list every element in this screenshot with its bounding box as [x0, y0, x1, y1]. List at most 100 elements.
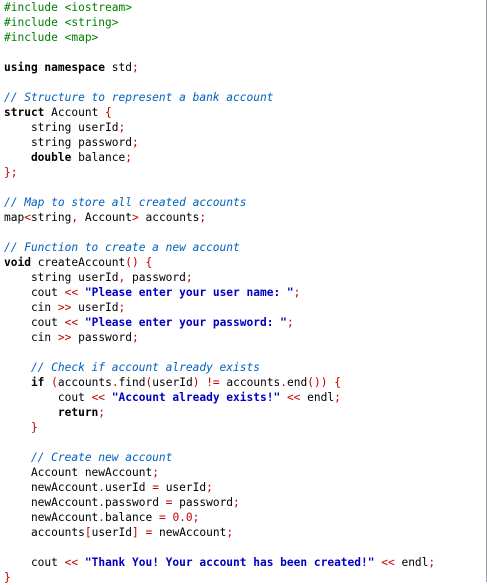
- code-line[interactable]: newAccount.userId = userId;: [4, 480, 435, 495]
- code-token: "Please enter your password: ": [84, 316, 287, 329]
- code-line[interactable]: [4, 435, 435, 450]
- code-line[interactable]: [4, 180, 435, 195]
- code-token: ;: [206, 481, 213, 494]
- code-token: "Thank You! Your account has been create…: [84, 556, 375, 569]
- code-line[interactable]: #include <string>: [4, 15, 435, 30]
- code-line[interactable]: [4, 345, 435, 360]
- code-line[interactable]: double balance;: [4, 150, 435, 165]
- code-line[interactable]: // Check if account already exists: [4, 360, 435, 375]
- code-token: userId: [91, 526, 132, 539]
- code-line[interactable]: Account newAccount;: [4, 465, 435, 480]
- code-token: if: [4, 376, 45, 389]
- code-token: userId: [71, 301, 119, 314]
- code-token: userId: [152, 376, 193, 389]
- code-line[interactable]: #include <map>: [4, 30, 435, 45]
- code-token: #include <iostream>: [4, 1, 132, 14]
- code-line[interactable]: map<string, Account> accounts;: [4, 210, 435, 225]
- code-line[interactable]: if (accounts.find(userId) != accounts.en…: [4, 375, 435, 390]
- code-line[interactable]: return;: [4, 405, 435, 420]
- code-line[interactable]: // Create new account: [4, 450, 435, 465]
- code-token: .: [111, 376, 119, 389]
- code-line[interactable]: string password;: [4, 135, 435, 150]
- code-token: ;: [131, 136, 139, 149]
- code-line[interactable]: void createAccount() {: [4, 255, 435, 270]
- code-token: <<: [91, 391, 106, 404]
- code-token: Account: [78, 211, 133, 224]
- code-token: return: [4, 406, 99, 419]
- code-token: accounts: [57, 376, 112, 389]
- code-token: =: [158, 511, 166, 524]
- code-line[interactable]: [4, 225, 435, 240]
- code-token: "Please enter your user name: ": [84, 286, 294, 299]
- code-token: cin: [4, 301, 58, 314]
- code-token: string password: [4, 136, 132, 149]
- code-token: <<: [286, 391, 301, 404]
- code-token: 0.0: [172, 511, 193, 524]
- code-line[interactable]: cin >> password;: [4, 330, 435, 345]
- code-token: [: [84, 526, 92, 539]
- code-token: ;: [185, 271, 193, 284]
- code-token: cout: [4, 286, 65, 299]
- code-token: cout: [4, 316, 65, 329]
- code-line[interactable]: cin >> userId;: [4, 300, 435, 315]
- code-line[interactable]: }: [4, 570, 435, 585]
- code-token: accounts: [138, 211, 200, 224]
- code-line[interactable]: cout << "Account already exists!" << end…: [4, 390, 435, 405]
- code-token: <<: [64, 286, 79, 299]
- code-line[interactable]: string userId;: [4, 120, 435, 135]
- code-token: Account: [44, 106, 106, 119]
- code-line[interactable]: // Map to store all created accounts: [4, 195, 435, 210]
- code-token: ;: [199, 211, 207, 224]
- code-line[interactable]: // Function to create a new account: [4, 240, 435, 255]
- code-token: newAccount: [4, 496, 99, 509]
- code-token: (: [51, 376, 58, 389]
- code-line[interactable]: [4, 45, 435, 60]
- code-token: }: [4, 421, 38, 434]
- code-line[interactable]: [4, 540, 435, 555]
- code-token: <<: [64, 556, 79, 569]
- code-editor[interactable]: #include <iostream> #include <string> #inc…: [0, 0, 487, 585]
- code-line[interactable]: accounts[userId] = newAccount;: [4, 525, 435, 540]
- code-token: <: [24, 211, 31, 224]
- code-line[interactable]: cout << "Please enter your password: ";: [4, 315, 435, 330]
- code-token: userId: [105, 481, 153, 494]
- code-token: ;: [293, 286, 301, 299]
- code-line[interactable]: cout << "Thank You! Your account has bee…: [4, 555, 435, 570]
- code-token: using namespace: [4, 61, 106, 74]
- code-token: ;: [233, 496, 240, 509]
- code-token: >>: [57, 331, 72, 344]
- code-lines: #include <iostream> #include <string> #inc…: [4, 0, 435, 585]
- code-line[interactable]: [4, 75, 435, 90]
- code-token: // Map to store all created accounts: [4, 196, 247, 209]
- code-line[interactable]: newAccount.balance = 0.0;: [4, 510, 435, 525]
- code-token: password: [172, 496, 234, 509]
- code-token: cout: [4, 556, 65, 569]
- code-token: (): [125, 256, 139, 269]
- code-token: ;: [152, 466, 159, 479]
- code-token: };: [4, 166, 18, 179]
- code-line[interactable]: struct Account {: [4, 105, 435, 120]
- code-line[interactable]: };: [4, 165, 435, 180]
- code-token: cout: [4, 391, 92, 404]
- code-token: std: [105, 61, 132, 74]
- code-line[interactable]: newAccount.password = password;: [4, 495, 435, 510]
- code-token: accounts: [219, 376, 281, 389]
- code-line[interactable]: string userId, password;: [4, 270, 435, 285]
- code-token: password: [71, 331, 132, 344]
- code-line[interactable]: }: [4, 420, 435, 435]
- code-line[interactable]: // Structure to represent a bank account: [4, 90, 435, 105]
- code-token: password: [105, 496, 166, 509]
- code-token: ;: [118, 301, 126, 314]
- code-token: ;: [334, 391, 341, 404]
- code-line[interactable]: cout << "Please enter your user name: ";: [4, 285, 435, 300]
- code-token: string userId: [4, 271, 119, 284]
- code-line[interactable]: using namespace std;: [4, 60, 435, 75]
- code-token: ;: [132, 61, 139, 74]
- code-token: ;: [428, 556, 436, 569]
- code-token: ;: [286, 316, 294, 329]
- code-token: >: [132, 211, 139, 224]
- code-token: ;: [226, 526, 234, 539]
- code-token: // Create new account: [4, 451, 173, 464]
- code-token: {: [334, 376, 341, 389]
- code-line[interactable]: #include <iostream>: [4, 0, 435, 15]
